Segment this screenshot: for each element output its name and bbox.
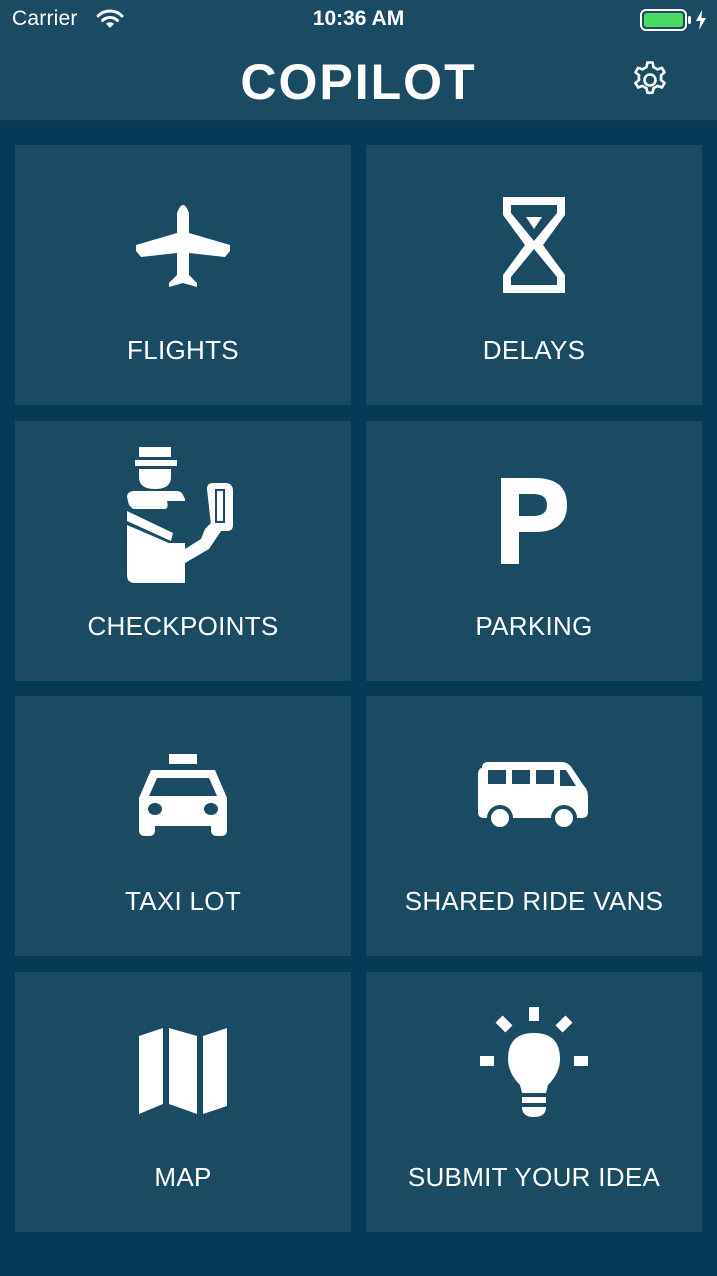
gear-icon bbox=[634, 61, 666, 95]
tile-taxi-lot[interactable]: TAXI LOT bbox=[15, 696, 351, 956]
tile-label: FLIGHTS bbox=[127, 335, 239, 365]
settings-button[interactable] bbox=[629, 59, 671, 101]
map-icon bbox=[139, 1028, 227, 1114]
security-officer-icon bbox=[127, 447, 233, 583]
hourglass-icon bbox=[503, 197, 565, 293]
parking-icon bbox=[501, 478, 567, 564]
nav-bar: COPILOT bbox=[0, 42, 717, 122]
tile-checkpoints[interactable]: CHECKPOINTS bbox=[15, 421, 351, 681]
tile-label: MAP bbox=[154, 1162, 212, 1192]
tile-label: TAXI LOT bbox=[124, 886, 242, 916]
lightbulb-icon bbox=[480, 1007, 588, 1117]
tile-label: SHARED RIDE VANS bbox=[404, 886, 664, 916]
status-time: 10:36 AM bbox=[312, 7, 405, 30]
app-title: COPILOT bbox=[240, 54, 477, 110]
taxi-icon bbox=[139, 754, 227, 836]
airplane-icon bbox=[136, 205, 230, 287]
tile-label: CHECKPOINTS bbox=[87, 611, 279, 641]
tile-parking[interactable]: PARKING bbox=[366, 421, 702, 681]
tile-submit-your-idea[interactable]: SUBMIT YOUR IDEA bbox=[366, 972, 702, 1232]
tile-label: DELAYS bbox=[482, 335, 586, 365]
status-bar: Carrier 10:36 AM bbox=[0, 0, 717, 42]
battery-icon bbox=[640, 9, 692, 36]
charging-bolt-icon bbox=[695, 9, 707, 36]
tile-delays[interactable]: DELAYS bbox=[366, 145, 702, 405]
tile-map[interactable]: MAP bbox=[15, 972, 351, 1232]
tile-shared-ride-vans[interactable]: SHARED RIDE VANS bbox=[366, 696, 702, 956]
van-icon bbox=[478, 762, 588, 831]
tile-flights[interactable]: FLIGHTS bbox=[15, 145, 351, 405]
tile-label: SUBMIT YOUR IDEA bbox=[407, 1162, 661, 1192]
tile-label: PARKING bbox=[475, 611, 593, 641]
